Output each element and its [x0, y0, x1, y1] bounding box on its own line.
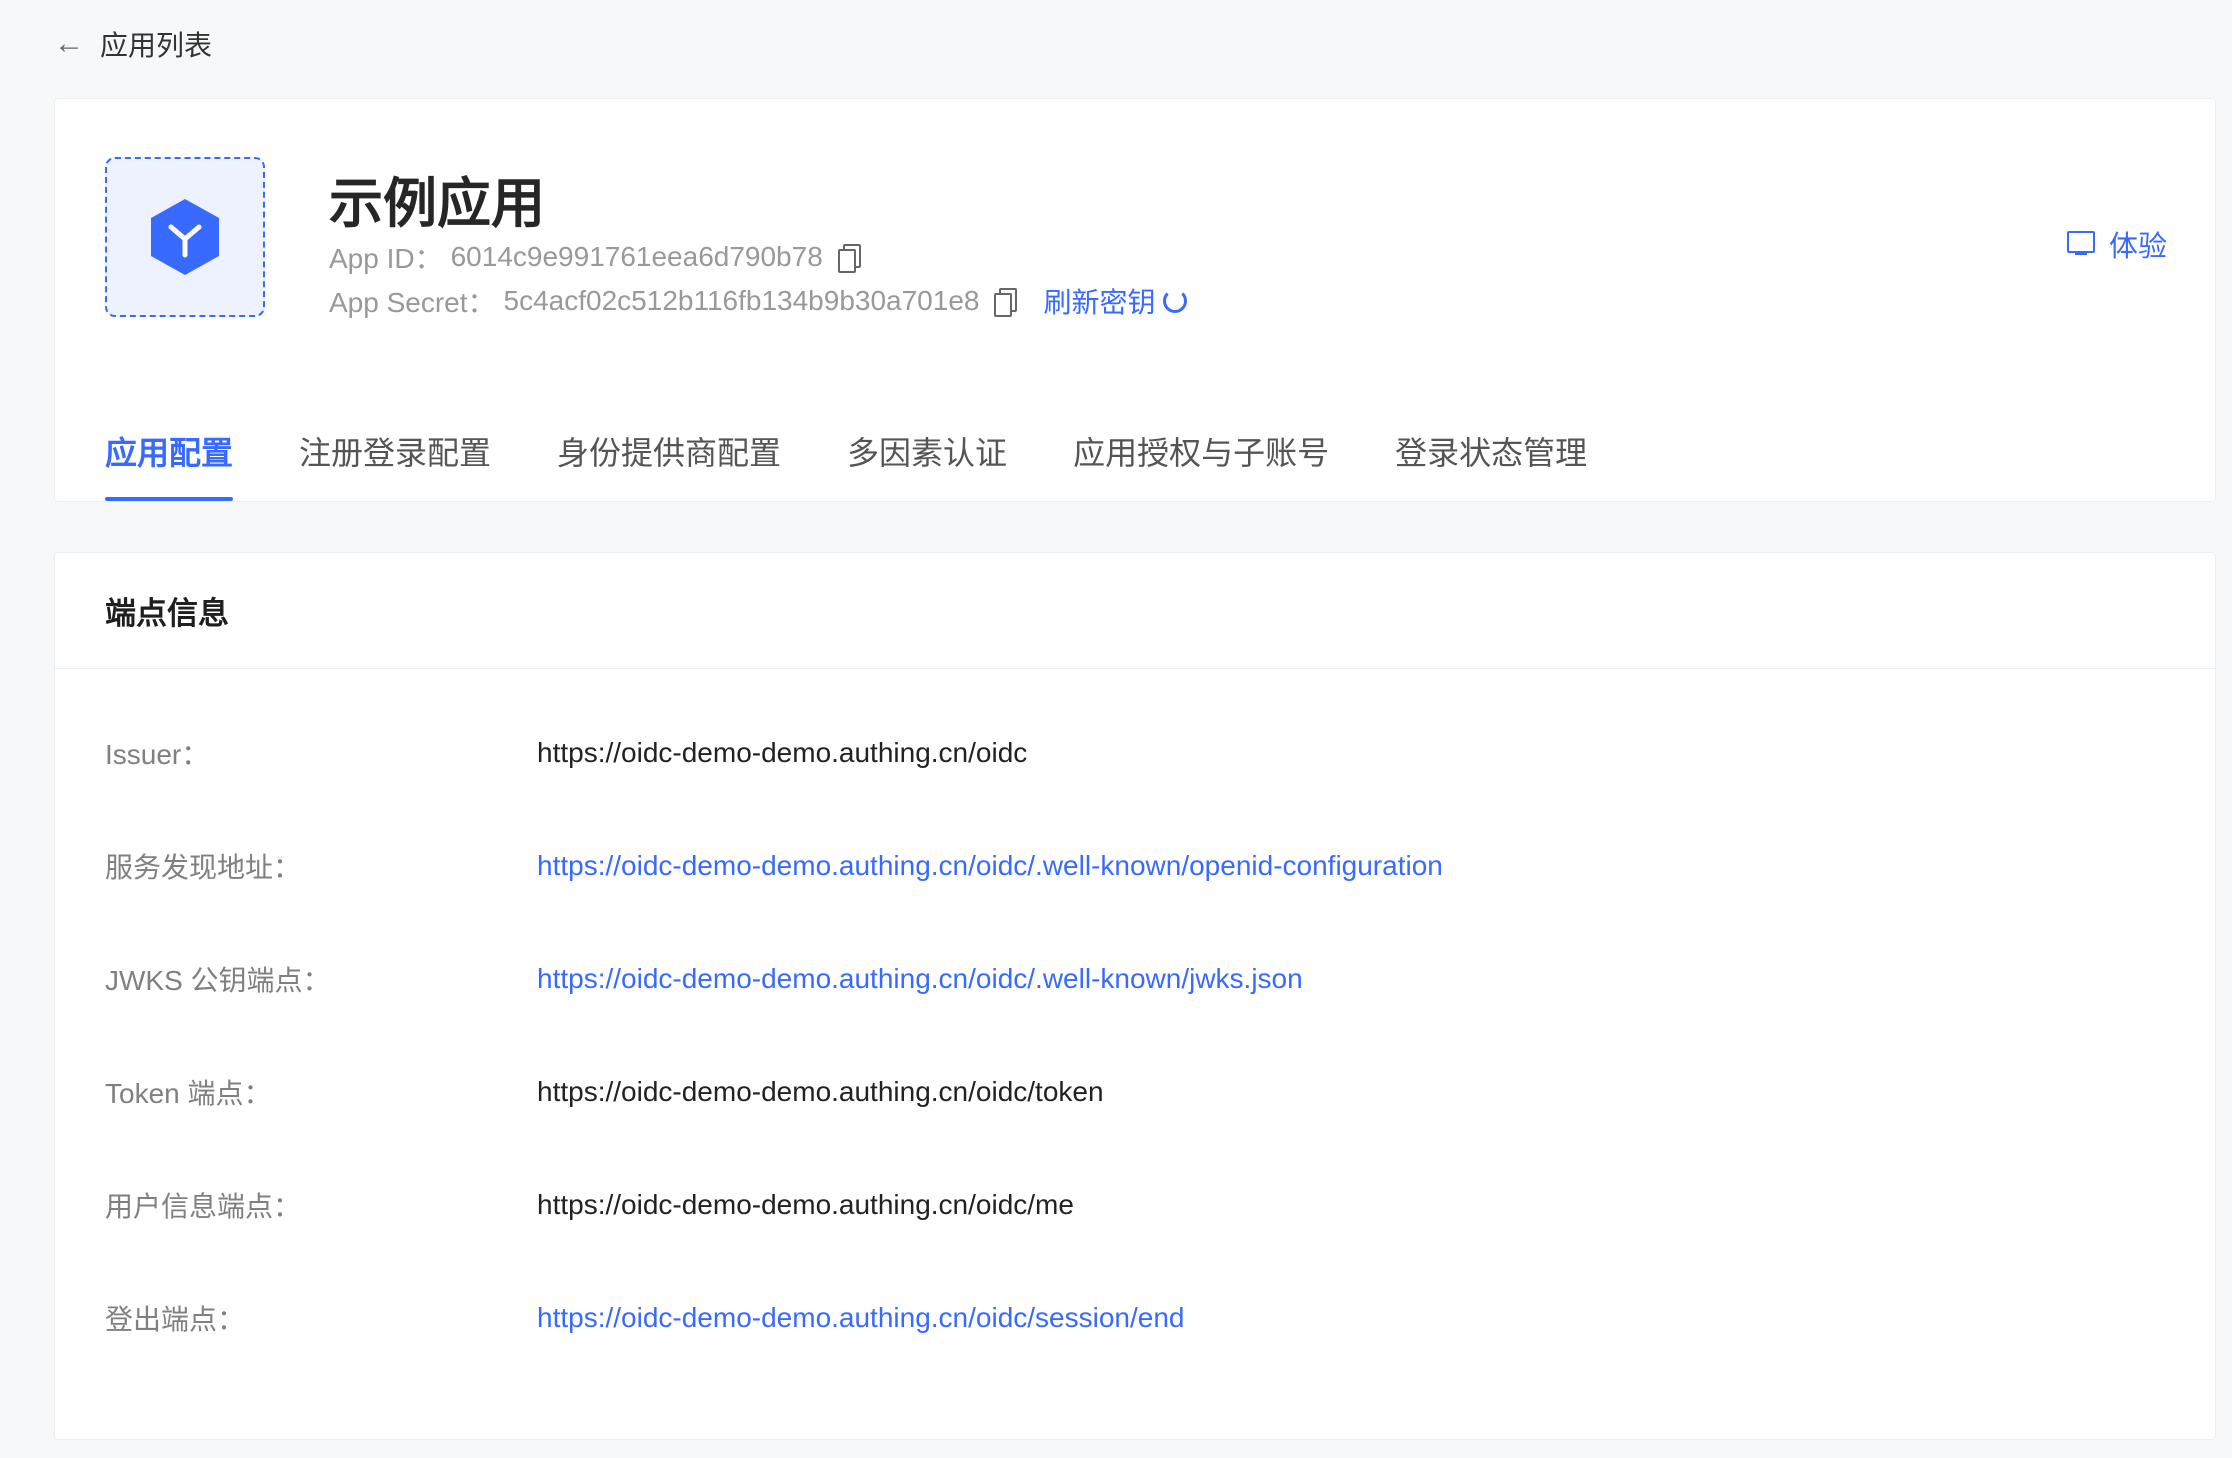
app-header-card: 示例应用 App ID： 6014c9e991761eea6d790b78 Ap… — [54, 98, 2216, 502]
tab-login-state[interactable]: 登录状态管理 — [1395, 401, 1587, 501]
app-icon-box[interactable] — [105, 157, 265, 317]
endpoint-row-logout: 登出端点： https://oidc-demo-demo.authing.cn/… — [105, 1298, 1185, 1338]
try-app-button[interactable]: 体验 — [2066, 223, 2167, 265]
app-id-line: App ID： 6014c9e991761eea6d790b78 — [329, 237, 861, 277]
endpoint-link[interactable]: https://oidc-demo-demo.authing.cn/oidc/.… — [537, 850, 1443, 882]
endpoint-label: Issuer： — [105, 739, 210, 770]
endpoint-row-jwks: JWKS 公钥端点： https://oidc-demo-demo.authin… — [105, 959, 1303, 999]
monitor-icon — [2066, 231, 2095, 257]
arrow-left-icon: ← — [54, 27, 84, 60]
app-secret-label: App Secret： — [329, 287, 496, 318]
endpoint-label: 用户信息端点： — [105, 1191, 302, 1222]
refresh-secret-label: 刷新密钥 — [1043, 287, 1156, 318]
endpoint-row-token: Token 端点： https://oidc-demo-demo.authing… — [105, 1072, 1104, 1112]
endpoint-label: 登出端点： — [105, 1304, 246, 1335]
endpoint-label: 服务发现地址： — [105, 852, 302, 883]
try-label: 体验 — [2108, 231, 2167, 263]
tab-authorization-subaccount[interactable]: 应用授权与子账号 — [1073, 401, 1329, 501]
endpoint-info-card: 端点信息 Issuer： https://oidc-demo-demo.auth… — [54, 552, 2216, 1440]
tab-identity-provider[interactable]: 身份提供商配置 — [557, 401, 781, 501]
endpoint-link[interactable]: https://oidc-demo-demo.authing.cn/oidc/.… — [537, 963, 1303, 995]
app-id-label: App ID： — [329, 243, 443, 274]
config-tabs: 应用配置 注册登录配置 身份提供商配置 多因素认证 应用授权与子账号 登录状态管… — [105, 401, 1587, 501]
tab-app-config[interactable]: 应用配置 — [105, 401, 234, 501]
endpoint-value: https://oidc-demo-demo.authing.cn/oidc/t… — [537, 1076, 1104, 1107]
refresh-icon — [1163, 289, 1188, 313]
endpoint-label: Token 端点： — [105, 1078, 272, 1109]
endpoint-link[interactable]: https://oidc-demo-demo.authing.cn/oidc/s… — [537, 1302, 1185, 1334]
app-cube-icon — [151, 199, 219, 275]
back-label: 应用列表 — [100, 30, 213, 61]
app-secret-value: 5c4acf02c512b116fb134b9b30a701e8 — [503, 285, 980, 316]
endpoint-value: https://oidc-demo-demo.authing.cn/oidc — [537, 737, 1028, 768]
app-title: 示例应用 — [329, 174, 545, 234]
copy-secret-icon[interactable] — [991, 286, 1018, 317]
tab-register-login[interactable]: 注册登录配置 — [299, 401, 491, 501]
app-id-value: 6014c9e991761eea6d790b78 — [450, 241, 823, 272]
app-secret-line: App Secret： 5c4acf02c512b116fb134b9b30a7… — [329, 281, 1188, 321]
tab-mfa[interactable]: 多因素认证 — [847, 401, 1007, 501]
endpoint-row-userinfo: 用户信息端点： https://oidc-demo-demo.authing.c… — [105, 1185, 1074, 1225]
endpoint-row-discovery: 服务发现地址： https://oidc-demo-demo.authing.c… — [105, 846, 1443, 886]
copy-app-id-icon[interactable] — [835, 242, 861, 273]
endpoint-value: https://oidc-demo-demo.authing.cn/oidc/m… — [537, 1189, 1074, 1220]
back-to-app-list[interactable]: ← 应用列表 — [54, 24, 212, 64]
endpoint-card-title: 端点信息 — [55, 553, 2215, 669]
refresh-secret-button[interactable]: 刷新密钥 — [1043, 281, 1188, 321]
endpoint-row-issuer: Issuer： https://oidc-demo-demo.authing.c… — [105, 733, 1027, 773]
endpoint-label: JWKS 公钥端点： — [105, 965, 331, 996]
